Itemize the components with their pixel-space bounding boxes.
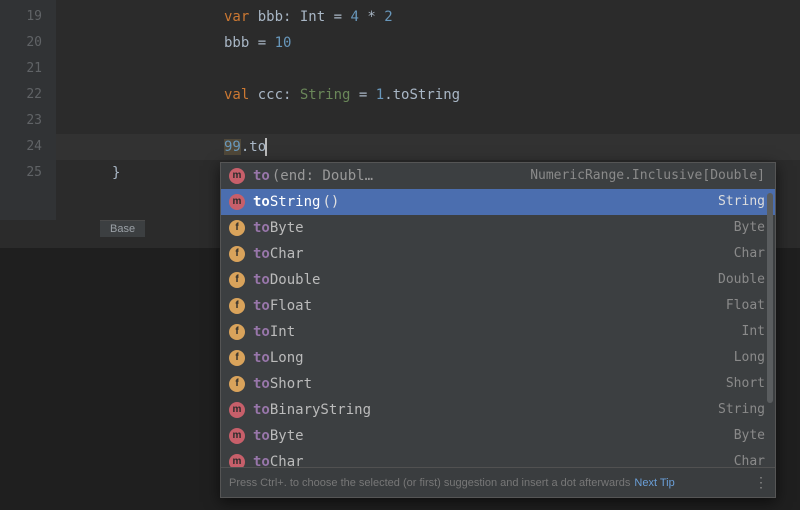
method-icon: m	[229, 168, 245, 184]
completion-name: toString	[253, 189, 320, 215]
method-icon: m	[229, 402, 245, 418]
completion-return-type: Char	[734, 241, 765, 267]
completion-item[interactable]: ftoByte Byte	[221, 215, 775, 241]
completion-item[interactable]: m toBinaryString String	[221, 397, 775, 423]
completion-item[interactable]: m toString() String	[221, 189, 775, 215]
more-icon[interactable]: ⋮	[754, 474, 767, 491]
field-icon: f	[229, 376, 245, 392]
code-line[interactable]: var bbb: Int = 4 * 2	[56, 4, 800, 30]
completion-return-type: Double	[718, 267, 765, 293]
line-number: 21	[0, 56, 56, 82]
code-line[interactable]	[56, 108, 800, 134]
completion-item[interactable]: mto(end: Doubl… NumericRange.Inclusive[Do…	[221, 163, 775, 189]
line-number: 22	[0, 82, 56, 108]
completion-item[interactable]: mtoChar Char	[221, 449, 775, 467]
completion-return-type: Float	[726, 293, 765, 319]
code-line[interactable]: bbb = 10	[56, 30, 800, 56]
completion-return-type: Byte	[734, 215, 765, 241]
completion-name: toChar	[253, 449, 304, 467]
completion-name: toShort	[253, 371, 312, 397]
completion-item[interactable]: f toDouble Double	[221, 267, 775, 293]
completion-name: toByte	[253, 215, 304, 241]
completion-name: toBinaryString	[253, 397, 371, 423]
method-icon: m	[229, 194, 245, 210]
completion-hint-bar: Press Ctrl+. to choose the selected (or …	[221, 467, 775, 497]
completion-return-type: Long	[734, 345, 765, 371]
completion-item[interactable]: ftoInt Int	[221, 319, 775, 345]
completion-name: toInt	[253, 319, 295, 345]
completion-item[interactable]: f toShort Short	[221, 371, 775, 397]
completion-list[interactable]: mto(end: Doubl…NumericRange.Inclusive[Do…	[221, 163, 775, 467]
completion-item[interactable]: f toFloat Float	[221, 293, 775, 319]
field-icon: f	[229, 350, 245, 366]
completion-return-type: Short	[726, 371, 765, 397]
completion-return-type: Char	[734, 449, 765, 467]
code-line-active[interactable]: 99.to	[56, 134, 800, 160]
completion-name: toChar	[253, 241, 304, 267]
completion-name: to	[253, 163, 270, 189]
base-tab[interactable]: Base	[100, 220, 145, 237]
hint-text: Press Ctrl+. to choose the selected (or …	[229, 477, 630, 489]
field-icon: f	[229, 220, 245, 236]
method-icon: m	[229, 454, 245, 467]
field-icon: f	[229, 272, 245, 288]
completion-name: toDouble	[253, 267, 320, 293]
completion-name: toFloat	[253, 293, 312, 319]
completion-item[interactable]: mtoByte Byte	[221, 423, 775, 449]
completion-item[interactable]: ftoLong Long	[221, 345, 775, 371]
line-number: 24	[0, 134, 56, 160]
next-tip-link[interactable]: Next Tip	[634, 477, 674, 489]
gutter: 19 20 21 22 23 24 25	[0, 0, 56, 220]
code-line[interactable]: val ccc: String = 1.toString	[56, 82, 800, 108]
completion-popup[interactable]: mto(end: Doubl…NumericRange.Inclusive[Do…	[220, 162, 776, 498]
completion-name: toLong	[253, 345, 304, 371]
completion-return-type: Byte	[734, 423, 765, 449]
completion-signature: (end: Doubl…	[272, 163, 373, 189]
code-editor[interactable]: 19 20 21 22 23 24 25 var bbb: Int = 4 * …	[0, 0, 800, 510]
completion-return-type: NumericRange.Inclusive[Double]	[530, 163, 765, 189]
completion-return-type: Int	[742, 319, 765, 345]
completion-signature: ()	[322, 189, 339, 215]
line-number: 23	[0, 108, 56, 134]
code-line[interactable]	[56, 56, 800, 82]
field-icon: f	[229, 298, 245, 314]
scrollbar-thumb[interactable]	[767, 193, 773, 403]
completion-return-type: String	[718, 397, 765, 423]
line-number: 25	[0, 160, 56, 186]
completion-item[interactable]: ftoChar Char	[221, 241, 775, 267]
line-number: 19	[0, 4, 56, 30]
method-icon: m	[229, 428, 245, 444]
text-cursor	[265, 138, 267, 156]
completion-name: toByte	[253, 423, 304, 449]
field-icon: f	[229, 324, 245, 340]
line-number: 20	[0, 30, 56, 56]
code-area[interactable]: var bbb: Int = 4 * 2 bbb = 10 val ccc: S…	[56, 4, 800, 186]
completion-return-type: String	[718, 189, 765, 215]
field-icon: f	[229, 246, 245, 262]
